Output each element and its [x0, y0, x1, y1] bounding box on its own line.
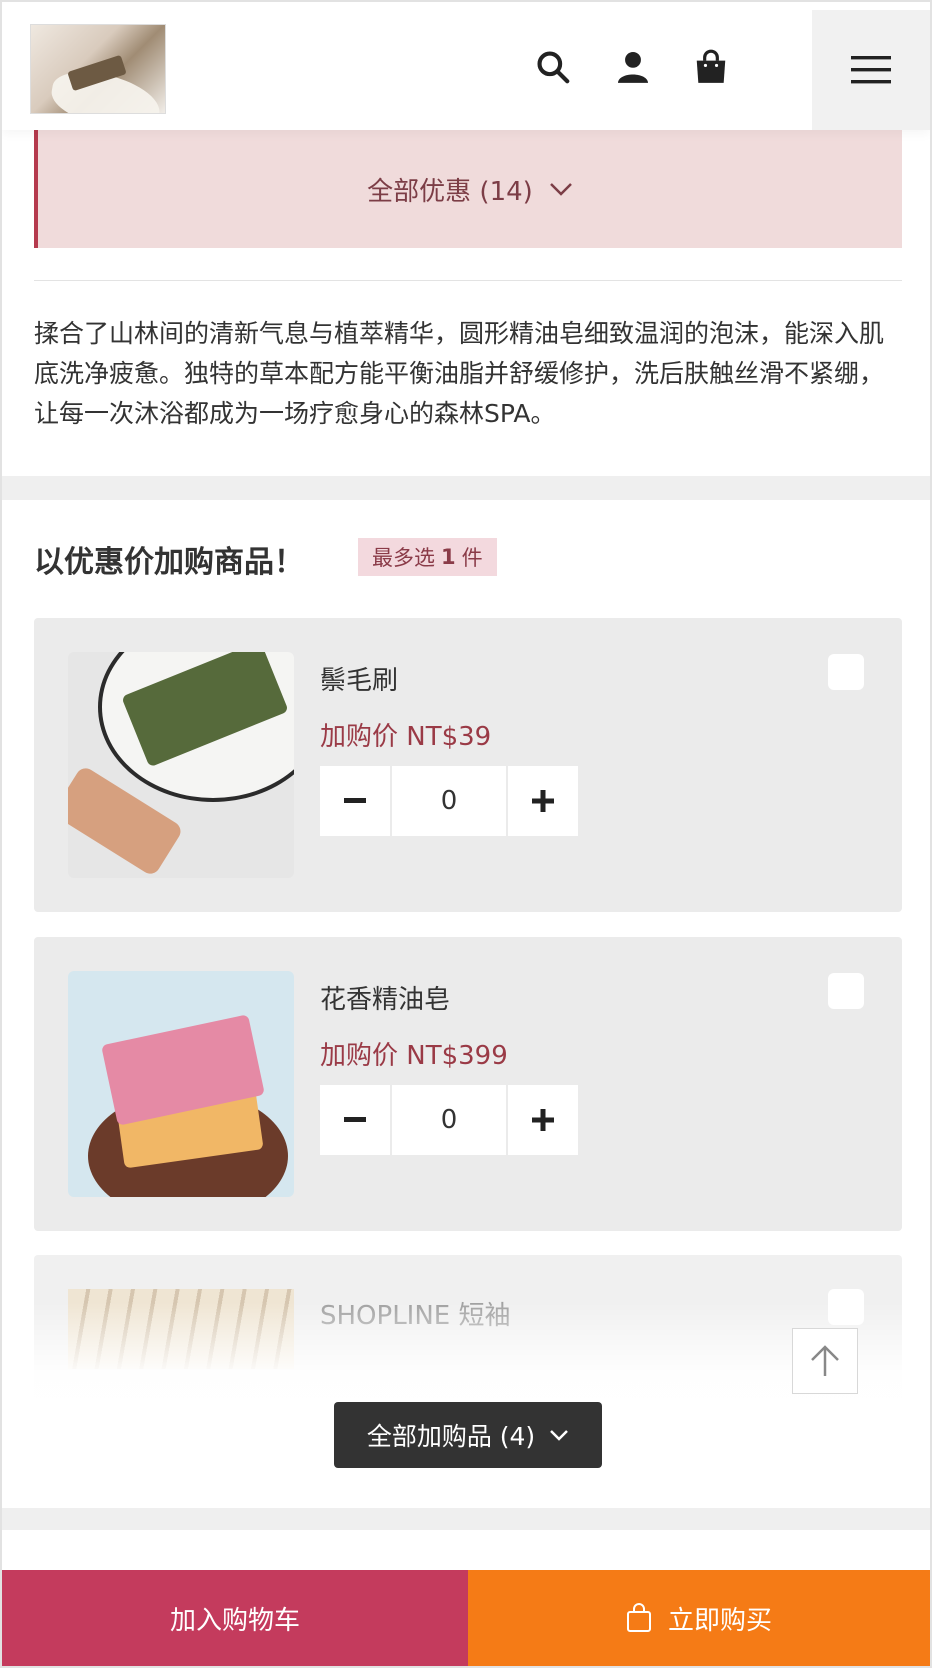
shopping-bag-icon — [626, 1603, 651, 1632]
quantity-stepper: 0 — [320, 766, 580, 836]
product-image[interactable] — [68, 971, 294, 1197]
promotions-label: 全部优惠 (14) — [367, 176, 533, 207]
plus-icon — [532, 1109, 554, 1131]
quantity-input[interactable]: 0 — [392, 1085, 506, 1155]
minus-icon — [344, 798, 366, 803]
quantity-stepper: 0 — [320, 1085, 580, 1155]
addon-item-name: 花香精油皂 — [320, 985, 451, 1015]
addon-section-title: 以优惠价加购商品！ — [34, 545, 304, 580]
search-icon — [537, 51, 570, 84]
site-header — [2, 2, 930, 130]
select-checkbox[interactable] — [828, 973, 864, 1009]
buy-now-label: 立即购买 — [667, 1605, 772, 1636]
all-addons-label: 全部加购品 (4) — [366, 1422, 536, 1451]
minus-icon — [344, 1117, 366, 1122]
chevron-down-icon — [550, 1430, 569, 1441]
increment-button[interactable] — [508, 766, 578, 836]
add-to-cart-label: 加入购物车 — [169, 1605, 300, 1636]
store-logo[interactable] — [30, 24, 166, 114]
addon-item-price: 加购价 NT$39 — [320, 722, 492, 752]
addon-item-name: 鬃毛刷 — [320, 666, 399, 696]
section-divider — [34, 280, 902, 281]
plus-icon — [532, 790, 554, 812]
increment-button[interactable] — [508, 1085, 578, 1155]
select-checkbox[interactable] — [828, 654, 864, 690]
section-separator — [2, 1508, 930, 1530]
addon-item-card: 鬃毛刷 加购价 NT$39 0 — [34, 618, 902, 912]
addon-item-card: 花香精油皂 加购价 NT$399 0 — [34, 937, 902, 1231]
cart-button[interactable] — [686, 42, 736, 92]
menu-icon — [851, 56, 891, 84]
shopping-bag-icon — [696, 49, 726, 83]
product-image[interactable] — [68, 652, 294, 878]
decrement-button[interactable] — [320, 766, 390, 836]
quantity-input[interactable]: 0 — [392, 766, 506, 836]
all-promotions-toggle[interactable]: 全部优惠 (14) — [34, 130, 902, 248]
account-button[interactable] — [608, 42, 658, 92]
back-to-top-button[interactable] — [792, 1328, 858, 1394]
add-to-cart-button[interactable]: 加入购物车 — [2, 1570, 468, 1666]
menu-button[interactable] — [812, 10, 930, 130]
arrow-up-icon — [811, 1345, 839, 1376]
product-description: 揉合了山林间的清新气息与植萃精华，圆形精油皂细致温润的泡沫，能深入肌底洗净疲惫。… — [34, 319, 885, 428]
buy-now-button[interactable]: 立即购买 — [468, 1570, 930, 1666]
product-page: 全部优惠 (14) 揉合了山林间的清新气息与植萃精华，圆形精油皂细致温润的泡沫，… — [0, 0, 932, 1668]
search-button[interactable] — [528, 42, 578, 92]
all-addons-button[interactable]: 全部加购品 (4) — [334, 1402, 602, 1468]
decrement-button[interactable] — [320, 1085, 390, 1155]
bottom-action-bar: 加入购物车 立即购买 — [2, 1570, 930, 1666]
user-icon — [617, 51, 649, 83]
addon-item-price: 加购价 NT$399 — [320, 1041, 508, 1071]
max-select-badge: 最多选 1 件 — [358, 538, 497, 576]
chevron-down-icon — [549, 183, 572, 196]
section-separator — [2, 476, 930, 500]
